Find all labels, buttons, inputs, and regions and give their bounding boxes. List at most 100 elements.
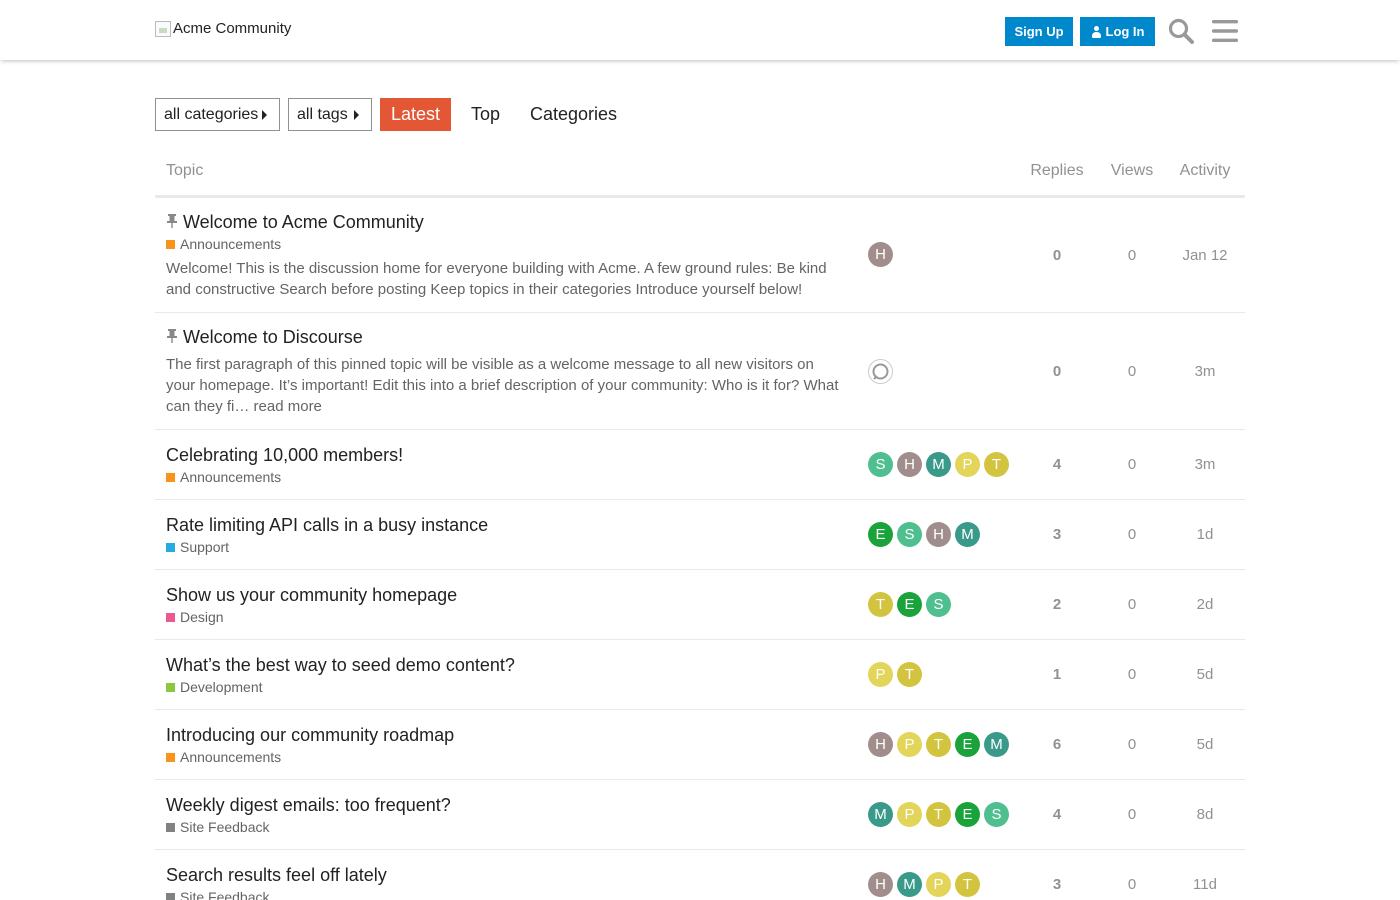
last-activity[interactable]: 3m [1170, 456, 1240, 473]
hamburger-menu-icon[interactable] [1210, 16, 1240, 46]
category-name: Site Feedback [180, 889, 270, 900]
topic-title-link[interactable]: Show us your community homepage [166, 585, 457, 606]
avatar[interactable]: T [955, 872, 980, 897]
category-name: Support [180, 539, 230, 555]
avatar[interactable]: E [868, 522, 893, 547]
avatar[interactable]: M [897, 872, 922, 897]
avatar[interactable]: S [984, 802, 1009, 827]
avatar[interactable]: S [868, 452, 893, 477]
avatar[interactable]: H [868, 732, 893, 757]
category-badge[interactable]: Development [166, 679, 263, 695]
last-activity[interactable]: 5d [1170, 666, 1240, 683]
avatar[interactable] [868, 359, 893, 384]
avatar[interactable]: P [897, 802, 922, 827]
avatar[interactable]: P [897, 732, 922, 757]
topic-posters: ESHM [868, 522, 984, 547]
avatar[interactable]: M [926, 452, 951, 477]
avatar[interactable]: H [868, 242, 893, 267]
reply-count: 2 [1052, 596, 1062, 613]
last-activity[interactable]: Jan 12 [1170, 247, 1240, 264]
avatar[interactable]: M [984, 732, 1009, 757]
avatar[interactable]: S [926, 592, 951, 617]
last-activity[interactable]: 5d [1170, 736, 1240, 753]
last-activity[interactable]: 1d [1170, 526, 1240, 543]
pin-icon [166, 213, 180, 232]
category-name: Announcements [180, 236, 282, 252]
caret-right-icon [262, 110, 267, 120]
topic-row: Weekly digest emails: too frequent? Site … [155, 780, 1245, 850]
topic-title: Celebrating 10,000 members! [166, 445, 404, 465]
avatar[interactable]: H [926, 522, 951, 547]
category-badge[interactable]: Announcements [166, 469, 281, 485]
last-activity[interactable]: 3m [1170, 363, 1240, 380]
avatar[interactable]: T [868, 592, 893, 617]
column-header-activity[interactable]: Activity [1170, 162, 1240, 180]
category-badge[interactable]: Announcements [166, 236, 281, 252]
topic-title-link[interactable]: Introducing our community roadmap [166, 725, 454, 746]
tab-top[interactable]: Top [460, 98, 511, 131]
topic-title-link[interactable]: What’s the best way to seed demo content… [166, 655, 515, 676]
avatar[interactable]: H [897, 452, 922, 477]
tag-dropdown[interactable]: all tags [288, 98, 372, 131]
avatar[interactable]: P [955, 452, 980, 477]
category-name: Site Feedback [180, 819, 270, 835]
category-name: Announcements [180, 469, 282, 485]
topic-title-link[interactable]: Welcome to Discourse [166, 327, 363, 348]
avatar[interactable]: T [984, 452, 1009, 477]
topic-title-link[interactable]: Celebrating 10,000 members! [166, 445, 403, 466]
topic-row: Introducing our community roadmap Announc… [155, 710, 1245, 780]
topic-title: Search results feel off lately [166, 865, 387, 885]
category-badge[interactable]: Support [166, 539, 229, 555]
avatar[interactable]: E [955, 732, 980, 757]
topic-title-link[interactable]: Welcome to Acme Community [166, 212, 424, 233]
column-header-replies[interactable]: Replies [1023, 162, 1091, 180]
tag-dropdown-label: all tags [297, 105, 348, 123]
category-badge[interactable]: Site Feedback [166, 819, 270, 835]
site-logo[interactable]: Acme Community [155, 20, 291, 37]
view-count: 0 [1127, 456, 1137, 473]
reply-count: 3 [1052, 876, 1062, 893]
category-badge[interactable]: Announcements [166, 749, 281, 765]
last-activity[interactable]: 8d [1170, 806, 1240, 823]
topic-posters: TES [868, 592, 955, 617]
category-dropdown[interactable]: all categories [155, 98, 280, 131]
topic-row: Show us your community homepage Design T E S… [155, 570, 1245, 640]
topic-row: Rate limiting API calls in a busy instan… [155, 500, 1245, 570]
column-header-views[interactable]: Views [1102, 162, 1162, 180]
log-in-button[interactable]: Log In [1080, 17, 1155, 46]
topic-title: Welcome to Acme Community [183, 212, 424, 232]
avatar[interactable]: T [897, 662, 922, 687]
avatar[interactable]: P [868, 662, 893, 687]
tab-categories[interactable]: Categories [519, 98, 628, 131]
caret-right-icon [354, 110, 359, 120]
avatar[interactable]: H [868, 872, 893, 897]
avatar[interactable]: T [926, 802, 951, 827]
topic-posters: MPTES [868, 802, 1013, 827]
topic-title-link[interactable]: Search results feel off lately [166, 865, 387, 886]
avatar[interactable]: S [897, 522, 922, 547]
category-color-swatch [166, 612, 175, 622]
avatar[interactable]: M [955, 522, 980, 547]
avatar[interactable]: T [926, 732, 951, 757]
reply-count: 1 [1052, 666, 1062, 683]
category-color-swatch [166, 892, 175, 900]
reply-count: 3 [1052, 526, 1062, 543]
avatar[interactable]: E [897, 592, 922, 617]
search-icon[interactable] [1166, 16, 1196, 46]
category-badge[interactable]: Site Feedback [166, 889, 270, 900]
last-activity[interactable]: 2d [1170, 596, 1240, 613]
topic-title-link[interactable]: Rate limiting API calls in a busy instan… [166, 515, 488, 536]
avatar[interactable]: E [955, 802, 980, 827]
avatar[interactable]: P [926, 872, 951, 897]
category-badge[interactable]: Design [166, 609, 224, 625]
category-color-swatch [166, 682, 175, 692]
avatar[interactable]: M [868, 802, 893, 827]
sign-up-button[interactable]: Sign Up [1005, 17, 1073, 46]
last-activity[interactable]: 11d [1170, 876, 1240, 893]
logo-alt-text: Acme Community [173, 20, 292, 37]
tab-latest[interactable]: Latest [380, 98, 451, 131]
topic-row: Search results feel off lately Site Feedb… [155, 850, 1245, 900]
view-count: 0 [1127, 806, 1137, 823]
category-color-swatch [166, 752, 175, 762]
topic-title-link[interactable]: Weekly digest emails: too frequent? [166, 795, 451, 816]
